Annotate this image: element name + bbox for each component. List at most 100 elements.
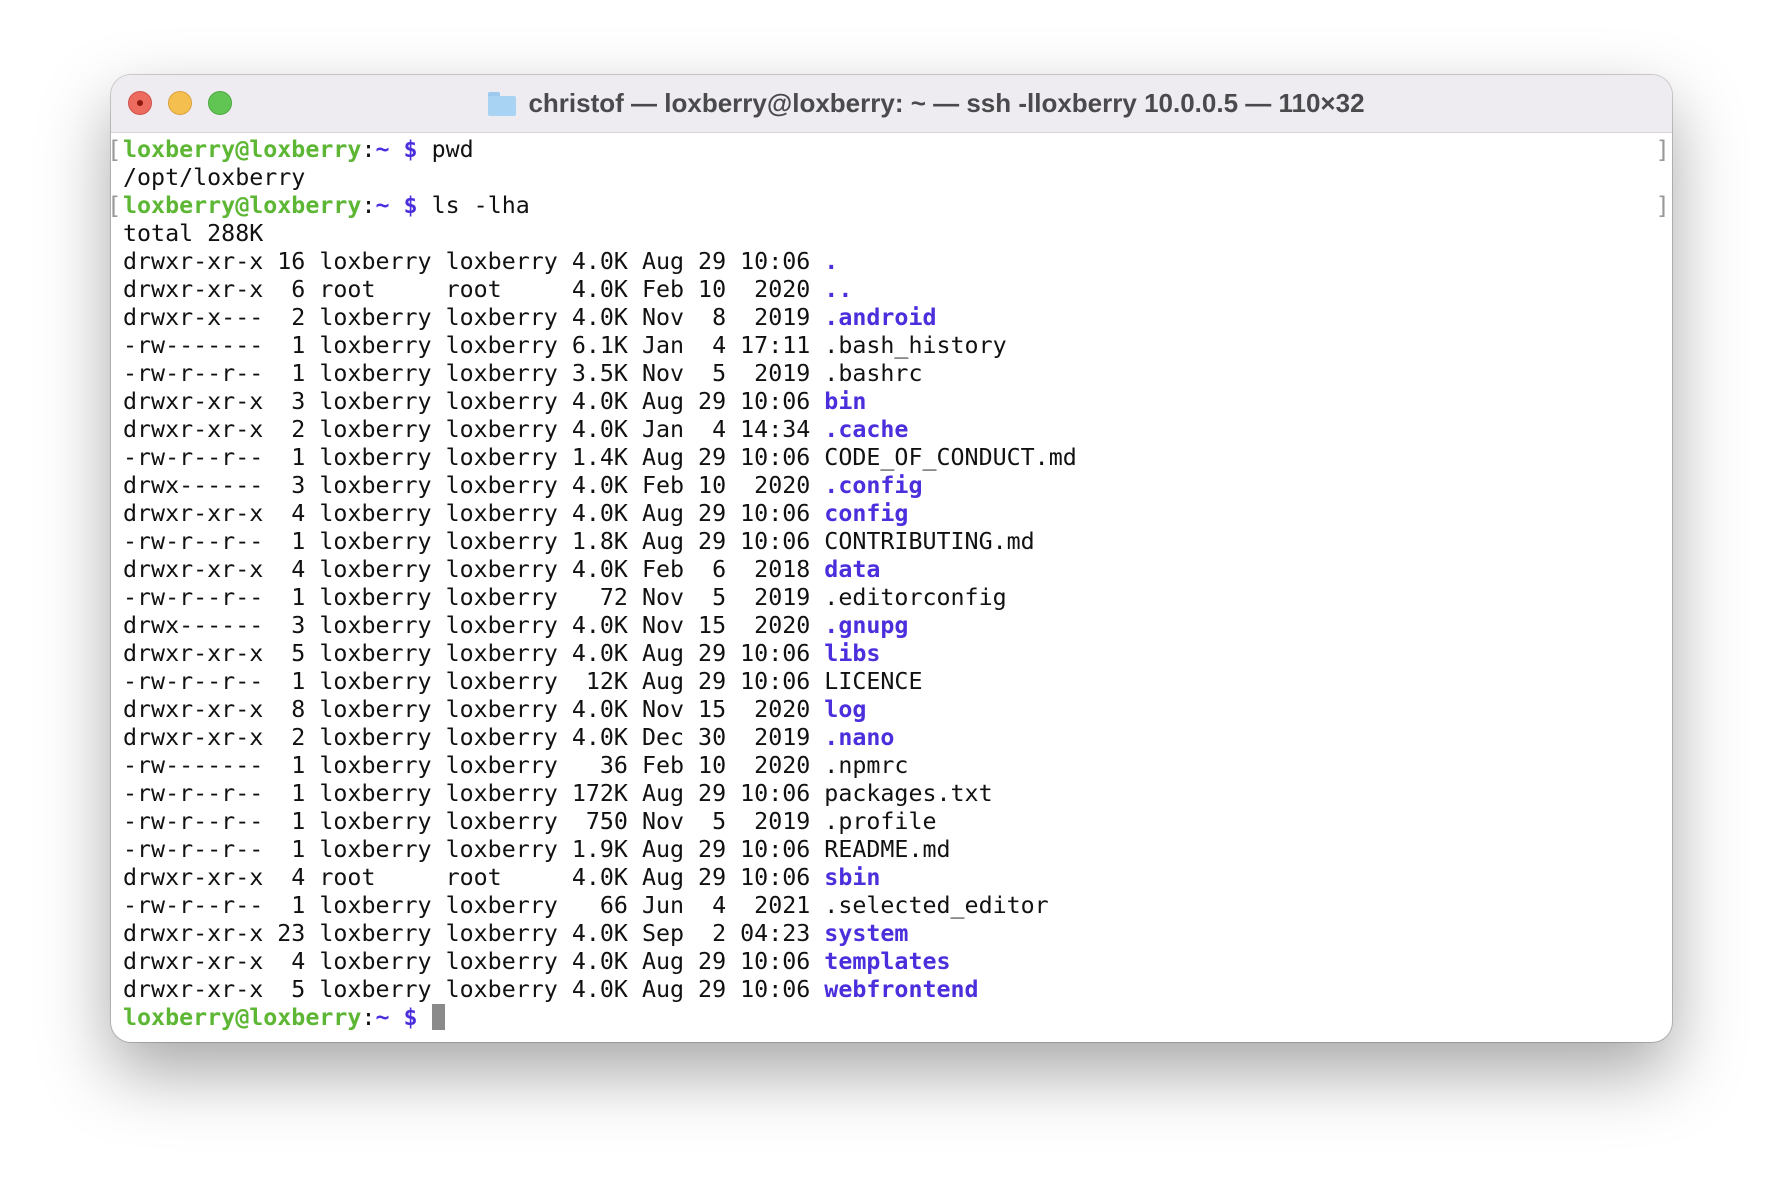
mark-bracket-left: [	[111, 136, 121, 164]
file-name: CODE_OF_CONDUCT.md	[824, 444, 1077, 471]
output-line: total 288K	[123, 220, 264, 247]
directory-name: webfrontend	[824, 976, 979, 1003]
command: pwd	[431, 136, 474, 163]
ls-entry-meta: drwxr-x--- 2 loxberry loxberry 4.0K Nov …	[123, 304, 825, 331]
ls-entry-meta: -rw-r--r-- 1 loxberry loxberry 66 Jun 4 …	[123, 892, 825, 919]
ls-entry-meta: drwxr-xr-x 16 loxberry loxberry 4.0K Aug…	[123, 248, 825, 275]
ls-entry-meta: -rw-r--r-- 1 loxberry loxberry 3.5K Nov …	[123, 360, 825, 387]
directory-name: .android	[824, 304, 937, 331]
directory-name: ..	[824, 276, 853, 303]
ls-entry-meta: -rw-r--r-- 1 loxberry loxberry 72 Nov 5 …	[123, 584, 825, 611]
directory-name: config	[824, 500, 909, 527]
terminal-output[interactable]: loxberry@loxberry:~ $ pwd /opt/loxberry …	[123, 136, 1672, 1032]
ls-entry: drwxr-xr-x 4 loxberry loxberry 4.0K Aug …	[123, 948, 1672, 976]
file-name: .selected_editor	[824, 892, 1049, 919]
directory-name: sbin	[824, 864, 881, 891]
ls-entry-meta: drwx------ 3 loxberry loxberry 4.0K Nov …	[123, 612, 825, 639]
title-bar[interactable]: christof — loxberry@loxberry: ~ — ssh -l…	[111, 75, 1672, 133]
ls-entry: drwxr-xr-x 5 loxberry loxberry 4.0K Aug …	[123, 640, 1672, 668]
ls-entry: -rw-r--r-- 1 loxberry loxberry 1.9K Aug …	[123, 836, 1672, 864]
ls-entry: drwxr-xr-x 4 loxberry loxberry 4.0K Feb …	[123, 556, 1672, 584]
output-line: /opt/loxberry	[123, 164, 306, 191]
ls-entry: -rw-r--r-- 1 loxberry loxberry 3.5K Nov …	[123, 360, 1672, 388]
directory-name: .nano	[824, 724, 895, 751]
file-name: .editorconfig	[824, 584, 1007, 611]
ls-entry: -rw------- 1 loxberry loxberry 36 Feb 10…	[123, 752, 1672, 780]
window-title: christof — loxberry@loxberry: ~ — ssh -l…	[111, 75, 1672, 132]
ls-entry: -rw-r--r-- 1 loxberry loxberry 1.4K Aug …	[123, 444, 1672, 472]
ls-entry-meta: -rw------- 1 loxberry loxberry 6.1K Jan …	[123, 332, 825, 359]
file-name: .profile	[824, 808, 937, 835]
ls-entry: drwxr-xr-x 5 loxberry loxberry 4.0K Aug …	[123, 976, 1672, 1004]
ls-entry: drwxr-xr-x 23 loxberry loxberry 4.0K Sep…	[123, 920, 1672, 948]
directory-name: templates	[824, 948, 951, 975]
ls-entry-meta: drwxr-xr-x 4 loxberry loxberry 4.0K Aug …	[123, 948, 825, 975]
ls-entry: drwxr-xr-x 3 loxberry loxberry 4.0K Aug …	[123, 388, 1672, 416]
prompt-path: ~	[375, 136, 390, 163]
ls-entry: drwx------ 3 loxberry loxberry 4.0K Nov …	[123, 612, 1672, 640]
prompt-user-host: loxberry@loxberry	[123, 1004, 362, 1031]
ls-entry: drwxr-x--- 2 loxberry loxberry 4.0K Nov …	[123, 304, 1672, 332]
directory-name: .config	[824, 472, 923, 499]
ls-entry: drwx------ 3 loxberry loxberry 4.0K Feb …	[123, 472, 1672, 500]
prompt-line: loxberry@loxberry:~ $ ls -lha	[123, 192, 1672, 220]
prompt-symbol: $	[403, 192, 418, 219]
ls-entry: drwxr-xr-x 16 loxberry loxberry 4.0K Aug…	[123, 248, 1672, 276]
ls-entry: -rw-r--r-- 1 loxberry loxberry 172K Aug …	[123, 780, 1672, 808]
directory-name: data	[824, 556, 881, 583]
command: ls -lha	[431, 192, 530, 219]
directory-name: .cache	[824, 416, 909, 443]
prompt-user-host: loxberry@loxberry	[123, 136, 362, 163]
directory-name: .	[824, 248, 839, 275]
prompt-sep: :	[361, 1004, 376, 1031]
mark-bracket-left: [	[111, 192, 121, 220]
ls-entry: -rw-r--r-- 1 loxberry loxberry 750 Nov 5…	[123, 808, 1672, 836]
ls-entry: -rw------- 1 loxberry loxberry 6.1K Jan …	[123, 332, 1672, 360]
ls-entry-meta: -rw-r--r-- 1 loxberry loxberry 12K Aug 2…	[123, 668, 825, 695]
ls-listing: drwxr-xr-x 16 loxberry loxberry 4.0K Aug…	[123, 248, 1672, 1004]
ls-entry-meta: drwxr-xr-x 5 loxberry loxberry 4.0K Aug …	[123, 976, 825, 1003]
prompt-path: ~	[375, 192, 390, 219]
ls-entry: drwxr-xr-x 4 root root 4.0K Aug 29 10:06…	[123, 864, 1672, 892]
directory-name: system	[824, 920, 909, 947]
ls-entry-meta: drwxr-xr-x 6 root root 4.0K Feb 10 2020	[123, 276, 825, 303]
directory-name: libs	[824, 640, 881, 667]
ls-entry: drwxr-xr-x 2 loxberry loxberry 4.0K Jan …	[123, 416, 1672, 444]
ls-entry-meta: drwxr-xr-x 4 loxberry loxberry 4.0K Feb …	[123, 556, 825, 583]
file-name: .bash_history	[824, 332, 1007, 359]
ls-entry-meta: -rw-r--r-- 1 loxberry loxberry 750 Nov 5…	[123, 808, 825, 835]
ls-entry-meta: drwxr-xr-x 4 root root 4.0K Aug 29 10:06	[123, 864, 825, 891]
ls-entry: drwxr-xr-x 8 loxberry loxberry 4.0K Nov …	[123, 696, 1672, 724]
ls-entry: drwxr-xr-x 6 root root 4.0K Feb 10 2020 …	[123, 276, 1672, 304]
prompt-sep: :	[361, 192, 376, 219]
ls-entry-meta: drwxr-xr-x 8 loxberry loxberry 4.0K Nov …	[123, 696, 825, 723]
ls-entry: drwxr-xr-x 4 loxberry loxberry 4.0K Aug …	[123, 500, 1672, 528]
home-folder-icon	[488, 91, 517, 116]
prompt-line: loxberry@loxberry:~ $ pwd	[123, 136, 1672, 164]
ls-entry-meta: drwxr-xr-x 2 loxberry loxberry 4.0K Jan …	[123, 416, 825, 443]
ls-entry: drwxr-xr-x 2 loxberry loxberry 4.0K Dec …	[123, 724, 1672, 752]
ls-entry-meta: drwxr-xr-x 5 loxberry loxberry 4.0K Aug …	[123, 640, 825, 667]
file-name: packages.txt	[824, 780, 993, 807]
ls-entry-meta: -rw------- 1 loxberry loxberry 36 Feb 10…	[123, 752, 825, 779]
ls-entry: -rw-r--r-- 1 loxberry loxberry 72 Nov 5 …	[123, 584, 1672, 612]
file-name: LICENCE	[824, 668, 923, 695]
prompt-line: loxberry@loxberry:~ $	[123, 1004, 1672, 1032]
ls-entry: -rw-r--r-- 1 loxberry loxberry 12K Aug 2…	[123, 668, 1672, 696]
ls-entry-meta: -rw-r--r-- 1 loxberry loxberry 1.8K Aug …	[123, 528, 825, 555]
file-name: .bashrc	[824, 360, 923, 387]
prompt-symbol: $	[403, 1004, 418, 1031]
ls-entry-meta: drwxr-xr-x 4 loxberry loxberry 4.0K Aug …	[123, 500, 825, 527]
window-title-text: christof — loxberry@loxberry: ~ — ssh -l…	[528, 88, 1365, 118]
directory-name: .gnupg	[824, 612, 909, 639]
ls-entry-meta: drwxr-xr-x 3 loxberry loxberry 4.0K Aug …	[123, 388, 825, 415]
text-cursor	[431, 1004, 445, 1030]
ls-entry: -rw-r--r-- 1 loxberry loxberry 66 Jun 4 …	[123, 892, 1672, 920]
prompt-symbol: $	[403, 136, 418, 163]
file-name: CONTRIBUTING.md	[824, 528, 1035, 555]
ls-entry-meta: -rw-r--r-- 1 loxberry loxberry 1.4K Aug …	[123, 444, 825, 471]
prompt-path: ~	[375, 1004, 390, 1031]
terminal-window: christof — loxberry@loxberry: ~ — ssh -l…	[111, 75, 1672, 1042]
ls-entry-meta: drwx------ 3 loxberry loxberry 4.0K Feb …	[123, 472, 825, 499]
ls-entry-meta: -rw-r--r-- 1 loxberry loxberry 1.9K Aug …	[123, 836, 825, 863]
